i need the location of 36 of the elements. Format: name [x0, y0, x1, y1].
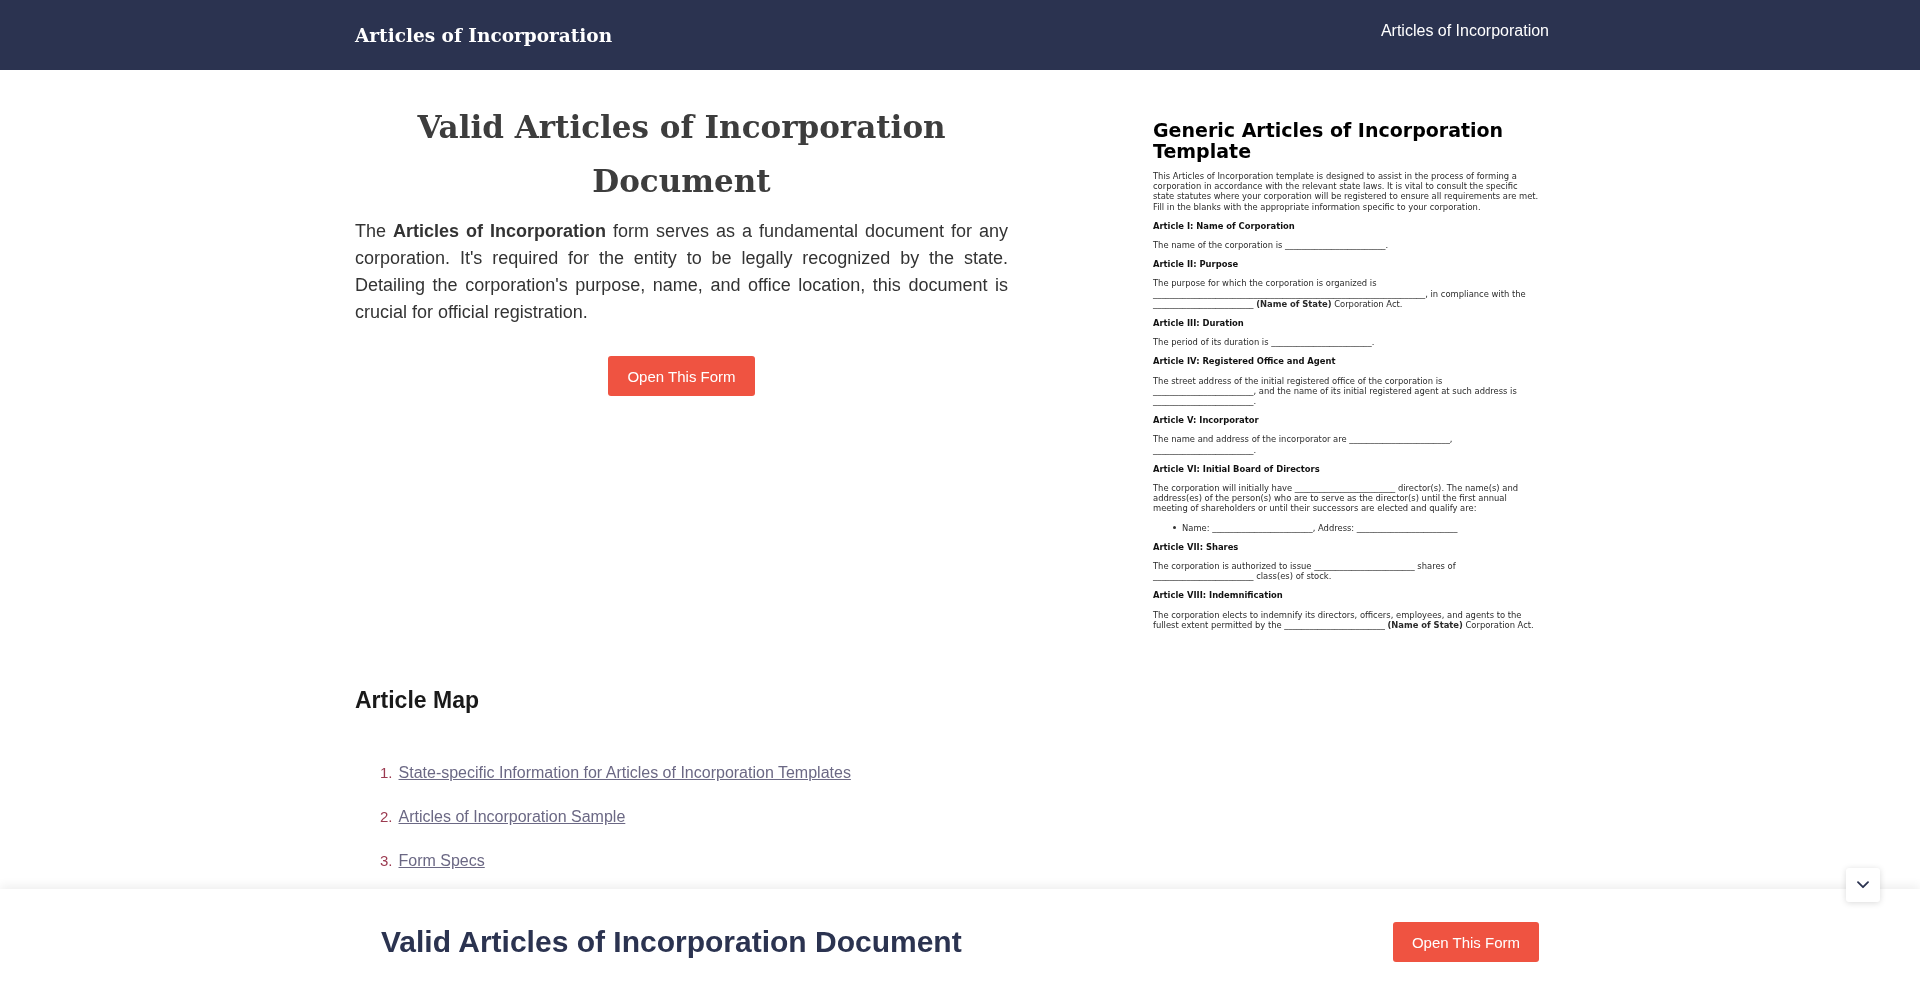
article-link[interactable]: State-specific Information for Articles of Incorporation Templates: [398, 761, 851, 786]
open-form-button[interactable]: Open This Form: [608, 356, 755, 396]
list-number: 3.: [380, 851, 393, 872]
intro-paragraph: The Articles of Incorporation form serves as a fundamental document for any corporation. It's required for the entity to be legally recognized by the state. Detailing the corporation's purpose, name, and office location, this document is crucial for official registration.: [355, 220, 1008, 324]
document-paragraph: The street address of the initial registered office of the corporation is ________________________, and the name of its initial registered agent at such address is ________________________.: [1153, 375, 1518, 407]
document-heading: Article V: Incorporator: [1153, 415, 1260, 426]
bullet-icon: [1173, 526, 1176, 530]
document-title: Generic Articles of Incorporation Template: [1153, 120, 1505, 162]
document-heading: Article III: Duration: [1153, 318, 1245, 329]
document-paragraph: The purpose for which the corporation is organized is _________________________________________________________________, in compliance with the ________________________ (Name of State) Corporation Act.: [1153, 278, 1527, 310]
chevron-down-icon: [1857, 881, 1869, 889]
section-heading: Article Map: [355, 686, 480, 716]
list-number: 2.: [380, 807, 393, 828]
document-heading: Article I: Name of Corporation: [1153, 220, 1296, 231]
document-paragraph: The corporation is authorized to issue ________________________ shares of ________________________ class(es) of stock.: [1153, 561, 1457, 582]
list-number: 1.: [380, 763, 393, 784]
document-heading: Article IV: Registered Office and Agent: [1153, 356, 1337, 367]
document-paragraph: The period of its duration is ________________________.: [1153, 337, 1376, 348]
document-paragraph: The name and address of the incorporator are ________________________, ________________________.: [1153, 434, 1454, 455]
site-title[interactable]: Articles of Incorporation: [355, 23, 613, 49]
document-heading: Article II: Purpose: [1153, 259, 1240, 270]
document-paragraph: The corporation will initially have ________________________ director(s). The name(s) and address(es) of the person(s) who are to serve as the director(s) until the first annual meeting of shareholders or until their successors are elected and qualify are:: [1153, 483, 1519, 514]
article-link[interactable]: Articles of Incorporation Sample: [398, 805, 626, 830]
page-heading: Valid Articles of Incorporation Document: [416, 108, 947, 201]
collapse-button[interactable]: [1846, 868, 1880, 902]
article-link[interactable]: Form Specs: [398, 849, 485, 874]
document-heading: Article VIII: Indemnification: [1153, 590, 1284, 601]
document-list-item: Name: ________________________, Address: ________________________: [1182, 522, 1458, 533]
document-paragraph: The name of the corporation is ________________________.: [1153, 240, 1390, 251]
open-form-button[interactable]: Open This Form: [1392, 922, 1539, 962]
nav-link[interactable]: Articles of Incorporation: [1380, 21, 1549, 41]
document-heading: Article VI: Initial Board of Directors: [1153, 463, 1321, 475]
document-paragraph: The corporation elects to indemnify its directors, officers, employees, and agents to the fullest extent permitted by the ________________________ (Name of State) Corporation Act.: [1153, 609, 1535, 631]
document-heading: Article VII: Shares: [1153, 541, 1240, 553]
document-paragraph: This Articles of Incorporation template is designed to assist in the process of forming a corporation in accordance with the relevant state laws. It is vital to consult the specific state statutes where your corporation will be registered to ensure all requirements are met. Fill in the blanks with the appropriate information specific to your corporation.: [1153, 171, 1539, 212]
sticky-title: Valid Articles of Incorporation Document: [381, 924, 962, 960]
